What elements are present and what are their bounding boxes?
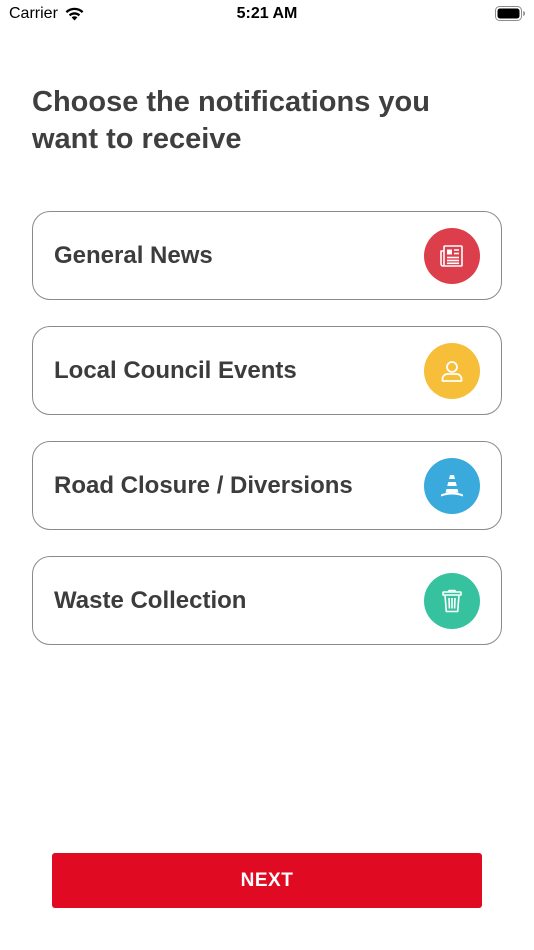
traffic-cone-icon: [424, 458, 480, 514]
option-label: Local Council Events: [54, 357, 297, 384]
trash-icon: [424, 573, 480, 629]
status-time: 5:21 AM: [236, 5, 298, 22]
page-title: Choose the notifications you want to rec…: [32, 86, 430, 155]
option-general-news[interactable]: General News: [32, 211, 502, 300]
person-icon: [424, 343, 480, 399]
option-label: General News: [54, 242, 213, 269]
battery-icon: [495, 6, 525, 21]
option-road-closure-diversions[interactable]: Road Closure / Diversions: [32, 441, 502, 530]
option-waste-collection[interactable]: Waste Collection: [32, 556, 502, 645]
next-button[interactable]: NEXT: [52, 853, 482, 908]
option-label: Road Closure / Diversions: [54, 472, 353, 499]
option-local-council-events[interactable]: Local Council Events: [32, 326, 502, 415]
option-label: Waste Collection: [54, 587, 247, 614]
status-bar: Carrier 5:21 AM: [0, 0, 534, 28]
newspaper-icon: [424, 228, 480, 284]
notification-preferences-screen: Carrier 5:21 AM Choose the notifications…: [0, 0, 534, 950]
